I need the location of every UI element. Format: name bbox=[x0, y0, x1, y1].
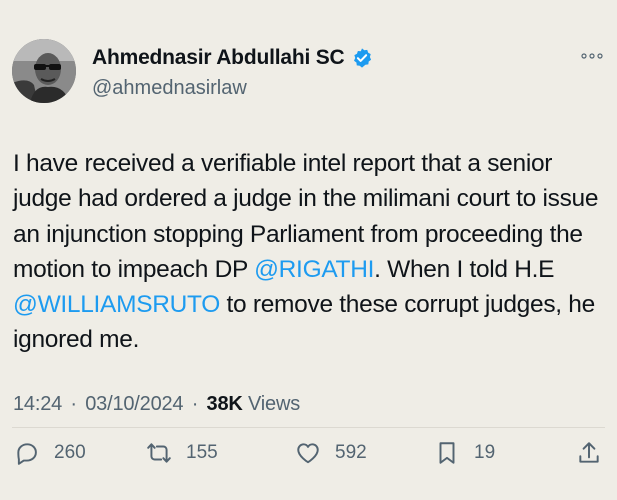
repost-icon bbox=[147, 443, 171, 463]
author-name[interactable]: Ahmednasir Abdullahi SC bbox=[92, 46, 345, 70]
reply-count: 260 bbox=[54, 442, 86, 463]
meta-separator: · bbox=[191, 393, 199, 415]
more-dots-icon[interactable] bbox=[581, 53, 603, 59]
views-count: 38K bbox=[206, 393, 243, 415]
repost-count: 155 bbox=[186, 442, 218, 463]
tweet-time[interactable]: 14:24 bbox=[13, 393, 62, 415]
heart-icon bbox=[297, 443, 319, 464]
author-block[interactable]: Ahmednasir Abdullahi SC @ahmednasirlaw bbox=[92, 44, 373, 100]
mention-link-williamsruto[interactable]: @WILLIAMSRUTO bbox=[13, 291, 220, 318]
avatar-photo bbox=[12, 39, 76, 103]
bookmark-icon bbox=[439, 442, 455, 464]
verified-badge-icon bbox=[353, 48, 371, 68]
author-handle[interactable]: @ahmednasirlaw bbox=[92, 77, 373, 100]
tweet-text: I have received a verifiable intel repor… bbox=[13, 146, 611, 358]
share-button[interactable] bbox=[576, 440, 602, 466]
repost-button[interactable]: 155 bbox=[146, 440, 218, 466]
share-icon bbox=[579, 442, 599, 463]
reply-button[interactable]: 260 bbox=[14, 440, 86, 466]
like-button[interactable]: 592 bbox=[295, 440, 367, 466]
meta-separator: · bbox=[70, 393, 77, 415]
mention-link-rigathi[interactable]: @RIGATHI bbox=[254, 256, 374, 283]
tweet-date[interactable]: 03/10/2024 bbox=[85, 393, 183, 415]
reply-bubble-icon bbox=[17, 443, 37, 465]
divider bbox=[12, 427, 605, 428]
action-bar: 260 155 592 19 bbox=[0, 440, 617, 470]
views-label: Views bbox=[248, 393, 300, 415]
bookmark-button[interactable]: 19 bbox=[434, 440, 495, 466]
tweet-text-part: . When I told H.E bbox=[374, 255, 555, 283]
like-count: 592 bbox=[335, 442, 367, 463]
avatar[interactable] bbox=[12, 39, 76, 103]
bookmark-count: 19 bbox=[474, 442, 496, 463]
tweet-meta: 14:24 · 03/10/2024 · 38K Views bbox=[13, 393, 300, 416]
